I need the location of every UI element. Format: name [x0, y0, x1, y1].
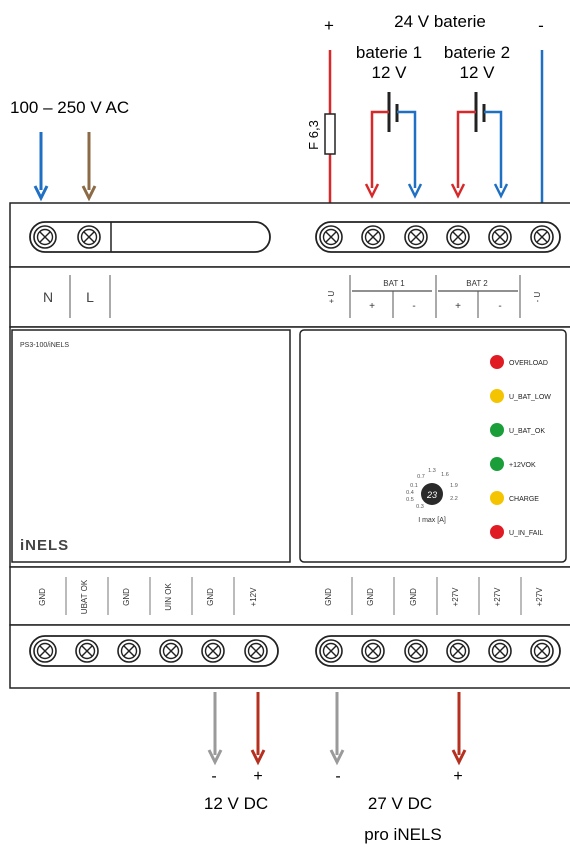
lower-screw-27v-0[interactable]	[319, 639, 343, 663]
dial-tick-label: 1.6	[441, 472, 449, 478]
lower-screw-12v-5[interactable]	[244, 639, 268, 663]
terminal-label-l: L	[86, 289, 94, 305]
ac-input-label: 100 – 250 V AC	[10, 98, 129, 117]
current-dial[interactable]: 23	[421, 483, 443, 505]
battery1-symbol	[364, 92, 423, 199]
upper-screw-bat-0[interactable]	[319, 225, 343, 249]
model-label: PS3-100/iNELS	[20, 342, 69, 349]
out-27v-minus-wire	[329, 692, 345, 766]
dial-center: 23	[426, 490, 437, 500]
bat2-plus: +	[455, 301, 461, 312]
led-label: OVERLOAD	[509, 360, 548, 367]
lower-screw-27v-5[interactable]	[530, 639, 554, 663]
lower-terminal-label: GND	[324, 588, 333, 606]
lower-terminal-label: +27V	[493, 587, 502, 607]
upper-screw-bat-5[interactable]	[530, 225, 554, 249]
upper-screw-ac-0[interactable]	[33, 225, 57, 249]
battery1-voltage: 12 V	[372, 63, 408, 82]
led-light	[490, 525, 504, 539]
left-panel	[11, 329, 291, 563]
led-light	[490, 423, 504, 437]
lower-terminal-label: GND	[366, 588, 375, 606]
lower-screw-27v-1[interactable]	[361, 639, 385, 663]
dial-tick-label: 1.3	[428, 468, 436, 474]
minus-sign-top: -	[538, 16, 544, 35]
lower-terminal-label: GND	[409, 588, 418, 606]
battery2-voltage: 12 V	[460, 63, 496, 82]
plus-sign-top: +	[324, 16, 334, 35]
output-12v-terminal-block	[29, 635, 279, 667]
lower-terminal-label: +12V	[249, 587, 258, 607]
battery2-symbol	[450, 92, 509, 199]
lower-terminal-label: +27V	[535, 587, 544, 607]
out-27v-label: 27 V DC	[368, 794, 432, 813]
lower-terminal-label: GND	[38, 588, 47, 606]
led-label: U_BAT_LOW	[509, 394, 551, 401]
ubat-minus-label: - U	[533, 291, 542, 302]
battery2-name: baterie 2	[444, 43, 510, 62]
bat1-minus: -	[412, 301, 415, 312]
lower-screw-12v-1[interactable]	[75, 639, 99, 663]
plus-wire	[324, 50, 336, 203]
led-light	[490, 457, 504, 471]
lower-screw-12v-4[interactable]	[201, 639, 225, 663]
out-27v-minus-label: -	[335, 768, 340, 785]
bat2-minus: -	[498, 301, 501, 312]
upper-screw-bat-2[interactable]	[404, 225, 428, 249]
lower-screw-27v-3[interactable]	[446, 639, 470, 663]
bat2-label: BAT 2	[466, 279, 488, 288]
fuse-label: F 6,3	[306, 120, 321, 150]
output-27v-terminal-block	[315, 635, 561, 667]
upper-screw-bat-4[interactable]	[488, 225, 512, 249]
led-light	[490, 389, 504, 403]
battery1-name: baterie 1	[356, 43, 422, 62]
led-label: U_BAT_OK	[509, 428, 545, 435]
dial-tick-label: 1.9	[450, 483, 458, 489]
dial-label: I max [A]	[418, 517, 446, 524]
lower-terminal-label: UBAT OK	[80, 579, 89, 614]
ubat-plus-label: + U	[327, 290, 336, 303]
led-label: CHARGE	[509, 496, 539, 503]
bat1-label: BAT 1	[383, 279, 405, 288]
led-light	[490, 491, 504, 505]
lower-terminal-label: UIN OK	[164, 583, 173, 611]
dial-tick-label: 0.4	[406, 490, 414, 496]
out-27v-sublabel: pro iNELS	[364, 825, 441, 844]
lower-screw-27v-2[interactable]	[404, 639, 428, 663]
battery-title: 24 V baterie	[394, 12, 486, 31]
dial-tick-label: 2.2	[450, 496, 458, 502]
out-12v-minus-label: -	[211, 768, 216, 785]
ac-terminal-block	[29, 221, 271, 253]
dial-tick-label: 0.7	[417, 474, 425, 480]
dial-tick-label: 0.5	[406, 497, 414, 503]
upper-screw-bat-3[interactable]	[446, 225, 470, 249]
ac-wire-l	[81, 132, 97, 202]
lower-screw-12v-2[interactable]	[117, 639, 141, 663]
upper-screw-ac-1[interactable]	[77, 225, 101, 249]
lower-screw-27v-4[interactable]	[488, 639, 512, 663]
led-label: U_IN_FAIL	[509, 530, 543, 537]
inels-logo: iNELS	[20, 537, 69, 554]
upper-screw-bat-1[interactable]	[361, 225, 385, 249]
out-27v-plus-wire	[451, 692, 467, 766]
out-12v-minus-wire	[207, 692, 223, 766]
lower-terminal-label: GND	[206, 588, 215, 606]
terminal-label-n: N	[43, 289, 53, 305]
lower-terminal-label: +27V	[451, 587, 460, 607]
lower-screw-12v-3[interactable]	[159, 639, 183, 663]
dial-tick-label: 0.3	[416, 504, 424, 510]
out-12v-plus-label: +	[253, 768, 262, 785]
led-light	[490, 355, 504, 369]
ac-wire-n	[33, 132, 49, 202]
out-12v-label: 12 V DC	[204, 794, 268, 813]
out-27v-plus-label: +	[453, 768, 462, 785]
led-label: +12VOK	[509, 462, 536, 469]
out-12v-plus-wire	[250, 692, 266, 766]
lower-terminal-label: GND	[122, 588, 131, 606]
power-supply-diagram: + - 24 V baterie baterie 1 12 V baterie …	[9, 12, 570, 844]
bat1-plus: +	[369, 301, 375, 312]
battery-terminal-block	[315, 221, 561, 253]
dial-tick-label: 0.1	[410, 483, 418, 489]
lower-screw-12v-0[interactable]	[33, 639, 57, 663]
